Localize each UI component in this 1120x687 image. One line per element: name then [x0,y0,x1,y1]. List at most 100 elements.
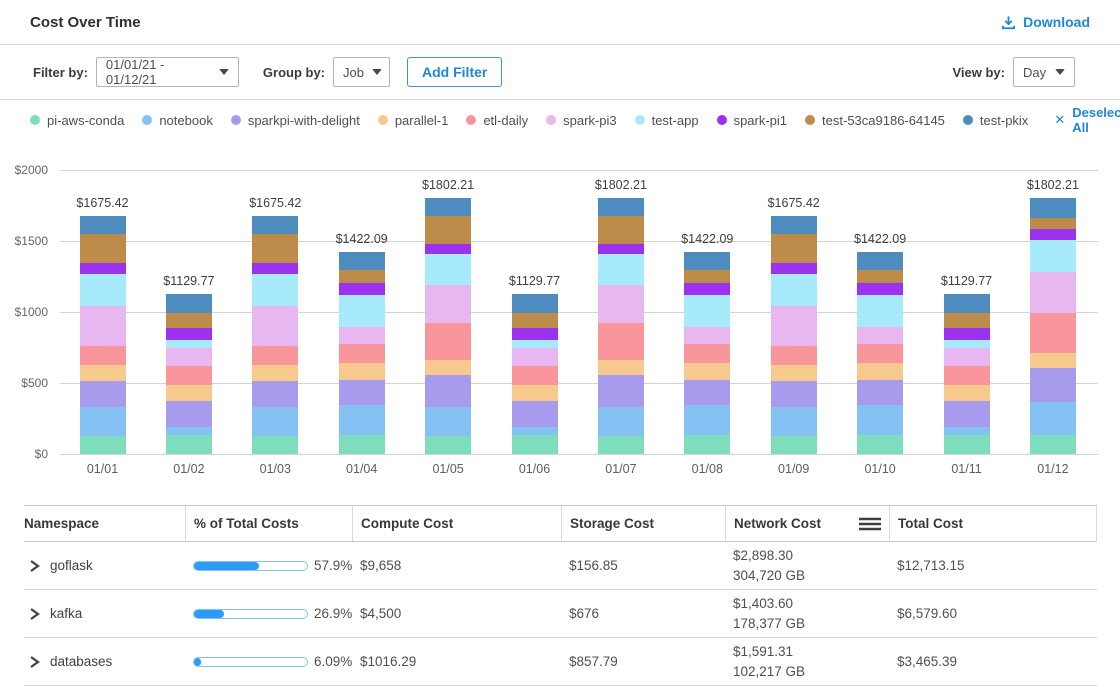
spark-pi3-segment[interactable] [944,348,990,366]
test-app-segment[interactable] [252,274,298,306]
test-53ca9186-64145-segment[interactable] [80,234,126,263]
etl-daily-segment[interactable] [857,344,903,363]
pi-aws-conda-segment[interactable] [857,435,903,454]
parallel-1-segment[interactable] [771,365,817,381]
spark-pi1-segment[interactable] [512,328,558,340]
pi-aws-conda-segment[interactable] [339,435,385,454]
test-53ca9186-64145-segment[interactable] [1030,218,1076,229]
test-app-segment[interactable] [598,254,644,286]
etl-daily-segment[interactable] [944,366,990,385]
notebook-segment[interactable] [252,407,298,436]
spark-pi1-segment[interactable] [598,244,644,253]
pi-aws-conda-segment[interactable] [944,435,990,454]
test-53ca9186-64145-segment[interactable] [684,270,730,283]
test-pkix-segment[interactable] [252,216,298,234]
spark-pi3-segment[interactable] [425,285,471,322]
test-app-segment[interactable] [512,340,558,348]
test-pkix-segment[interactable] [1030,198,1076,218]
etl-daily-segment[interactable] [339,344,385,363]
sparkpi-with-delight-segment[interactable] [512,401,558,427]
sparkpi-with-delight-segment[interactable] [339,380,385,405]
spark-pi1-segment[interactable] [1030,229,1076,240]
spark-pi3-segment[interactable] [1030,272,1076,312]
notebook-segment[interactable] [512,427,558,435]
test-53ca9186-64145-segment[interactable] [771,234,817,263]
notebook-segment[interactable] [425,407,471,436]
test-app-segment[interactable] [425,254,471,286]
pi-aws-conda-segment[interactable] [80,436,126,454]
sparkpi-with-delight-segment[interactable] [598,375,644,407]
test-53ca9186-64145-segment[interactable] [339,270,385,283]
legend-item-parallel-1[interactable]: parallel-1 [378,113,448,128]
parallel-1-segment[interactable] [598,360,644,375]
deselect-all-button[interactable]: ✕ Deselect All [1054,105,1120,135]
etl-daily-segment[interactable] [598,323,644,360]
legend-item-spark-pi3[interactable]: spark-pi3 [546,113,616,128]
etl-daily-segment[interactable] [771,346,817,365]
legend-item-test-app[interactable]: test-app [635,113,699,128]
etl-daily-segment[interactable] [166,366,212,385]
sparkpi-with-delight-segment[interactable] [166,401,212,427]
test-53ca9186-64145-segment[interactable] [944,313,990,328]
parallel-1-segment[interactable] [80,365,126,381]
pi-aws-conda-segment[interactable] [598,436,644,454]
spark-pi3-segment[interactable] [857,327,903,344]
sparkpi-with-delight-segment[interactable] [425,375,471,407]
pi-aws-conda-segment[interactable] [252,436,298,454]
spark-pi1-segment[interactable] [944,328,990,340]
test-pkix-segment[interactable] [944,294,990,313]
test-app-segment[interactable] [1030,240,1076,272]
etl-daily-segment[interactable] [425,323,471,360]
date-range-select[interactable]: 01/01/21 - 01/12/21 [96,57,239,87]
test-pkix-segment[interactable] [339,252,385,270]
spark-pi1-segment[interactable] [684,283,730,295]
spark-pi3-segment[interactable] [684,327,730,344]
test-pkix-segment[interactable] [80,216,126,234]
legend-item-test-53ca9186-64145[interactable]: test-53ca9186-64145 [805,113,945,128]
spark-pi3-segment[interactable] [80,306,126,346]
namespace-cell[interactable]: databases [24,638,185,685]
parallel-1-segment[interactable] [339,363,385,380]
expand-chevron-icon[interactable] [28,655,41,669]
sparkpi-with-delight-segment[interactable] [1030,368,1076,402]
spark-pi1-segment[interactable] [166,328,212,340]
spark-pi1-segment[interactable] [857,283,903,295]
sparkpi-with-delight-segment[interactable] [771,381,817,406]
sparkpi-with-delight-segment[interactable] [80,381,126,406]
test-53ca9186-64145-segment[interactable] [512,313,558,328]
parallel-1-segment[interactable] [944,385,990,401]
test-53ca9186-64145-segment[interactable] [252,234,298,263]
legend-item-etl-daily[interactable]: etl-daily [466,113,528,128]
column-menu-icon[interactable] [859,517,881,531]
test-pkix-segment[interactable] [166,294,212,313]
etl-daily-segment[interactable] [1030,313,1076,354]
sparkpi-with-delight-segment[interactable] [857,380,903,405]
spark-pi1-segment[interactable] [425,244,471,253]
pi-aws-conda-segment[interactable] [512,435,558,454]
test-app-segment[interactable] [771,274,817,306]
test-app-segment[interactable] [944,340,990,348]
test-app-segment[interactable] [80,274,126,306]
legend-item-pi-aws-conda[interactable]: pi-aws-conda [30,113,124,128]
spark-pi1-segment[interactable] [339,283,385,295]
pi-aws-conda-segment[interactable] [166,435,212,454]
spark-pi3-segment[interactable] [252,306,298,346]
view-by-select[interactable]: Day [1013,57,1075,87]
parallel-1-segment[interactable] [166,385,212,401]
notebook-segment[interactable] [857,405,903,435]
pi-aws-conda-segment[interactable] [1030,435,1076,454]
etl-daily-segment[interactable] [684,344,730,363]
legend-item-sparkpi-with-delight[interactable]: sparkpi-with-delight [231,113,360,128]
legend-item-spark-pi1[interactable]: spark-pi1 [717,113,787,128]
notebook-segment[interactable] [771,407,817,436]
spark-pi1-segment[interactable] [252,263,298,274]
sparkpi-with-delight-segment[interactable] [944,401,990,427]
legend-item-notebook[interactable]: notebook [142,113,213,128]
test-app-segment[interactable] [857,295,903,327]
column-header-namespace[interactable]: Namespace [24,506,185,541]
parallel-1-segment[interactable] [684,363,730,380]
notebook-segment[interactable] [598,407,644,436]
expand-chevron-icon[interactable] [28,559,41,573]
test-pkix-segment[interactable] [857,252,903,270]
test-53ca9186-64145-segment[interactable] [166,313,212,328]
